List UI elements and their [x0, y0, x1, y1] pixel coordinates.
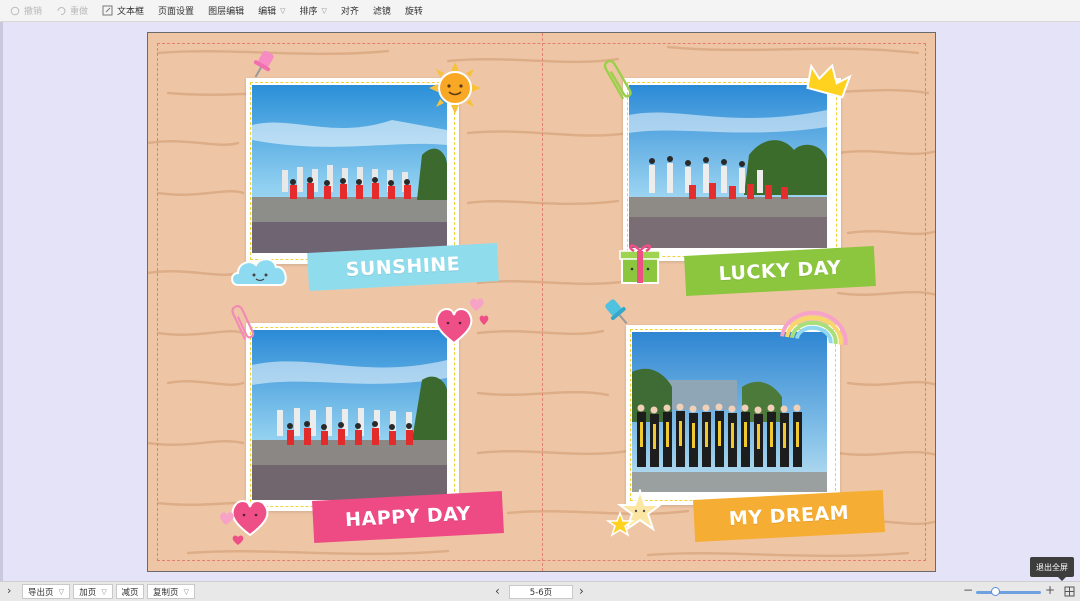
heart-icon[interactable] — [432, 295, 494, 347]
album-spread[interactable]: SUNSHINE LUCKY DAY HAPPY DAY MY DREAM — [147, 32, 936, 572]
group-photo-image — [632, 332, 827, 492]
reduce-page-button[interactable]: 减页 — [116, 584, 144, 599]
crown-icon[interactable] — [804, 59, 852, 103]
zoom-slider[interactable] — [976, 591, 1041, 594]
layer-edit-button[interactable]: 图层编辑 — [208, 4, 244, 17]
group-photo-image — [252, 85, 447, 253]
cloud-icon[interactable] — [228, 253, 292, 289]
paper-clip-icon[interactable] — [603, 55, 633, 105]
redo-label: 重做 — [70, 7, 89, 17]
redo-button[interactable]: 重做 — [56, 4, 88, 17]
tooltip-text: 退出全屏 — [1036, 562, 1068, 572]
copy-page-label: 复制页 — [153, 587, 179, 598]
page-settings-label: 页面设置 — [158, 7, 195, 17]
undo-button[interactable]: 撤销 — [10, 4, 42, 17]
add-page-label: 加页 — [79, 587, 97, 598]
zoom-in-icon[interactable]: + — [1045, 583, 1055, 597]
paper-clip-icon[interactable] — [228, 301, 258, 345]
zoom-out-icon[interactable]: − — [963, 583, 973, 597]
redo-icon — [57, 6, 66, 15]
group-photo-image — [629, 85, 827, 248]
star-icon[interactable] — [606, 489, 662, 541]
top-toolbar: 撤销 重做 文本框 页面设置 图层编辑 编辑 ▽ 排序 ▽ 对齐 滤镜 旋转 — [0, 0, 1080, 22]
arrange-menu[interactable]: 排序 ▽ — [299, 4, 327, 18]
push-pin-icon[interactable] — [246, 47, 280, 81]
exit-fullscreen-tooltip: 退出全屏 — [1030, 557, 1074, 581]
copy-page-button[interactable]: 复制页 ▽ — [147, 584, 195, 599]
align-button[interactable]: 对齐 — [341, 4, 359, 17]
page-indicator[interactable]: 5-6页 — [509, 585, 573, 599]
next-page-icon[interactable]: › — [579, 584, 584, 598]
group-photo-image — [252, 330, 447, 500]
export-page-label: 导出页 — [28, 587, 54, 598]
rainbow-icon[interactable] — [778, 305, 854, 345]
chevron-down-icon: ▽ — [58, 587, 64, 596]
add-page-button[interactable]: 加页 ▽ — [73, 584, 113, 599]
fullscreen-icon[interactable] — [1064, 586, 1075, 597]
rotate-label: 旋转 — [404, 7, 423, 17]
photo-card-happy-day[interactable] — [246, 323, 459, 511]
filter-button[interactable]: 滤镜 — [373, 4, 391, 17]
previous-page-icon[interactable]: ‹ — [495, 584, 500, 598]
reduce-page-label: 减页 — [121, 587, 139, 598]
chevron-down-icon: ▽ — [280, 6, 286, 15]
export-page-button[interactable]: 导出页 ▽ — [22, 584, 70, 599]
heart-icon[interactable] — [214, 489, 276, 547]
textbox-icon — [102, 5, 113, 16]
undo-label: 撤销 — [24, 7, 43, 17]
edit-menu[interactable]: 编辑 ▽ — [258, 4, 286, 18]
push-pin-icon[interactable] — [600, 295, 634, 331]
filter-label: 滤镜 — [372, 7, 391, 17]
photo-card-lucky-day[interactable] — [623, 78, 841, 261]
rotate-button[interactable]: 旋转 — [405, 4, 423, 17]
sun-icon[interactable] — [428, 61, 482, 115]
zoom-slider-thumb[interactable] — [991, 587, 1000, 596]
page-indicator-text: 5-6页 — [529, 588, 553, 598]
align-label: 对齐 — [340, 7, 359, 17]
undo-icon — [10, 6, 20, 15]
chevron-down-icon: ▽ — [321, 6, 327, 15]
chevron-down-icon: ▽ — [101, 587, 107, 596]
page-settings-button[interactable]: 页面设置 — [158, 4, 194, 17]
layer-edit-label: 图层编辑 — [208, 7, 245, 17]
textbox-label: 文本框 — [117, 7, 145, 17]
arrange-menu-label: 排序 — [299, 7, 318, 17]
bottom-bar: › 导出页 ▽ 加页 ▽ 减页 复制页 ▽ ‹ 5-6页 › − + — [0, 581, 1080, 601]
textbox-button[interactable]: 文本框 — [102, 4, 144, 17]
spine-fold-line — [542, 33, 543, 571]
photo-card-my-dream[interactable] — [626, 325, 840, 505]
left-panel-edge — [0, 22, 3, 581]
edit-menu-label: 编辑 — [258, 7, 277, 17]
gift-box-icon[interactable] — [618, 237, 662, 287]
chevron-down-icon: ▽ — [183, 587, 189, 596]
chevron-right-icon[interactable]: › — [7, 584, 11, 597]
